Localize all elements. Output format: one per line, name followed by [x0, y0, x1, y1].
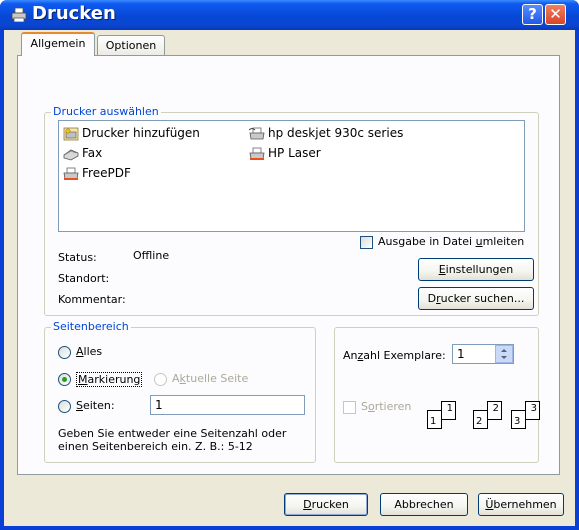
window-title: Drucken — [32, 3, 116, 24]
collate-checkbox[interactable] — [343, 401, 356, 414]
tab-allgemein[interactable]: Allgemein — [21, 32, 95, 56]
radio-current-page[interactable] — [154, 373, 167, 386]
copies-spinner[interactable] — [495, 345, 513, 363]
page-range-hint-line1: Geben Sie entweder eine Seitenzahl oder — [58, 427, 287, 440]
radio-pages-label[interactable]: Seiten: — [76, 399, 115, 412]
close-button[interactable]: ✕ — [545, 4, 566, 25]
printer-name: Fax — [82, 146, 103, 160]
list-item[interactable]: HP Laser — [249, 145, 321, 161]
page-range-hint-line2: einen Seitenbereich ein. Z. B.: 5-12 — [58, 440, 253, 453]
printer-name: hp deskjet 930c series — [268, 126, 404, 140]
printer-icon — [249, 147, 265, 160]
default-printer-icon — [249, 127, 265, 139]
title-bar[interactable]: Drucken ? ✕ — [0, 0, 579, 30]
radio-selection-label[interactable]: Markierung — [76, 372, 143, 387]
print-dialog: Drucken ? ✕ Allgemein Optionen Drucker a… — [0, 0, 579, 530]
list-item[interactable]: Fax — [63, 145, 102, 161]
print-to-file-checkbox[interactable] — [360, 236, 373, 249]
printer-select-group-label: Drucker auswählen — [51, 105, 161, 118]
fax-icon — [63, 149, 79, 160]
find-printer-button[interactable]: Drucker suchen... — [418, 287, 534, 310]
radio-selected-dot — [62, 377, 67, 382]
printer-name: HP Laser — [268, 146, 321, 160]
tab-optionen[interactable]: Optionen — [97, 35, 165, 55]
comment-label: Kommentar: — [58, 293, 126, 306]
pages-input[interactable]: 1 — [150, 395, 305, 415]
page-range-group-label: Seitenbereich — [51, 320, 131, 333]
settings-button[interactable]: Einstellungen — [418, 258, 534, 281]
radio-current-page-label[interactable]: Aktuelle Seite — [172, 372, 248, 385]
radio-all[interactable] — [58, 346, 71, 359]
add-printer-icon — [63, 127, 79, 140]
printer-name: Drucker hinzufügen — [82, 126, 200, 140]
collate-label[interactable]: Sortieren — [361, 400, 411, 413]
print-button[interactable]: Drucken — [284, 493, 368, 516]
radio-all-label[interactable]: Alles — [76, 345, 102, 358]
list-item[interactable]: FreePDF — [63, 165, 131, 181]
printer-icon — [11, 8, 27, 22]
radio-pages[interactable] — [58, 400, 71, 413]
location-label: Standort: — [58, 272, 110, 285]
help-button[interactable]: ? — [522, 4, 543, 25]
print-to-file-label[interactable]: Ausgabe in Datei umleiten — [378, 235, 524, 248]
printer-name: FreePDF — [82, 166, 131, 180]
list-item[interactable]: Drucker hinzufügen — [63, 125, 200, 141]
status-value: Offline — [133, 249, 170, 262]
radio-selection[interactable] — [58, 373, 71, 386]
list-item[interactable]: hp deskjet 930c series — [249, 125, 403, 141]
copies-label: Anzahl Exemplare: — [343, 349, 446, 362]
printer-icon — [63, 167, 79, 180]
apply-button[interactable]: Übernehmen — [478, 493, 564, 516]
printer-list[interactable]: Drucker hinzufügen Fax FreePDF hp deskje… — [58, 120, 525, 232]
spinner-arrows-icon — [501, 349, 507, 359]
cancel-button[interactable]: Abbrechen — [380, 493, 468, 516]
status-label: Status: — [58, 251, 97, 264]
